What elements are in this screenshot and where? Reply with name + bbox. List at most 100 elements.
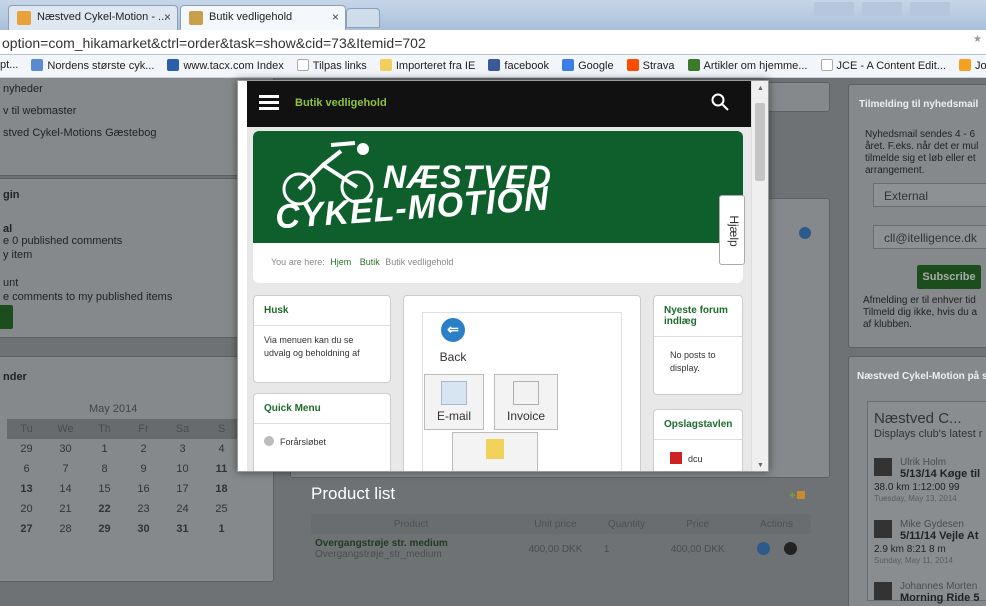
maximize-button[interactable] — [862, 2, 902, 16]
hamburger-menu-icon[interactable] — [259, 95, 279, 111]
help-tab[interactable]: Hjælp — [719, 195, 745, 265]
page-icon — [296, 59, 309, 71]
login-panel: gin al e 0 published comments y item unt… — [0, 178, 274, 338]
quick-menu-item[interactable]: Forårsløbet — [254, 424, 390, 457]
facebook-icon — [488, 59, 501, 71]
email-icon — [441, 381, 467, 405]
modal-title: Butik vedligehold — [295, 97, 387, 109]
edit-icon[interactable] — [756, 542, 770, 555]
bike-favicon-icon — [189, 11, 203, 25]
breadcrumb-current: Butik vedligehold — [385, 257, 454, 267]
product-name[interactable]: Overgangstrøje str. medium — [315, 538, 507, 549]
invoice-button[interactable]: Invoice — [494, 374, 558, 430]
edit-icon[interactable] — [799, 227, 811, 239]
col-quantity: Quantity — [599, 514, 654, 534]
email-field[interactable]: cll@itelligence.dk — [873, 225, 986, 249]
login-line[interactable]: y item — [3, 249, 32, 261]
breadcrumb: You are here: Hjem Butik Butik vedligeho… — [253, 243, 743, 283]
search-icon[interactable] — [711, 93, 729, 111]
bookmark-item[interactable]: Nordens største cyk... — [31, 59, 154, 72]
mobile-header: Butik vedligehold — [247, 81, 751, 127]
login-line: al — [3, 223, 13, 235]
back-arrow-icon: ⇐ — [441, 318, 465, 342]
minimize-button[interactable] — [814, 2, 854, 16]
address-bar[interactable]: option=com_hikamarket&ctrl=order&task=sh… — [0, 30, 986, 55]
product-code: Overgangstrøje_str_medium — [315, 549, 442, 560]
email-button[interactable]: E-mail — [424, 374, 484, 430]
unit-price: 400,00 DKK — [528, 544, 583, 555]
bookmark-item[interactable]: Artikler om hjemme... — [687, 59, 807, 72]
modal-window: Butik vedligehold NÆSTVED CYKEL-MOTION Y… — [237, 80, 769, 472]
modal-scrollbar[interactable]: ▲ ▼ — [751, 81, 768, 471]
joomla-icon — [959, 59, 972, 71]
close-window-button[interactable] — [910, 2, 950, 16]
bookmark-item[interactable]: Strava — [626, 59, 674, 72]
product-list-title: Product list — [311, 484, 396, 503]
bookmark-item[interactable]: Google — [562, 59, 614, 72]
avatar[interactable] — [874, 458, 892, 476]
newsletter-select[interactable]: External — [873, 183, 986, 207]
strava-widget: Næstved C... Displays club's latest r Ul… — [867, 401, 986, 604]
login-line[interactable]: e 0 published comments — [3, 235, 122, 247]
breadcrumb-shop[interactable]: Butik — [360, 257, 380, 267]
bookmark-item[interactable]: Joomla Hosti — [959, 59, 986, 72]
tab-close-icon[interactable]: × — [164, 10, 171, 24]
tab-naestved[interactable]: Næstved Cykel-Motion - ... × — [8, 5, 178, 30]
star-icon[interactable]: ★ — [973, 34, 982, 45]
strava-panel: Næstved Cykel-Motion på strava Næstved C… — [848, 356, 986, 606]
board-item[interactable]: dcu — [654, 440, 742, 471]
newsletter-title: Tilmelding til nyhedsmail — [859, 99, 979, 110]
menu-item[interactable]: nyheder — [3, 83, 43, 95]
login-title: gin — [3, 189, 20, 201]
add-product-icon[interactable]: + — [789, 490, 811, 502]
breadcrumb-home[interactable]: Hjem — [330, 257, 351, 267]
strava-club-name[interactable]: Næstved C... — [874, 410, 962, 427]
bookmark-item[interactable]: JCE - A Content Edit... — [820, 59, 946, 72]
scroll-up-icon: ▲ — [757, 85, 764, 92]
avatar[interactable] — [874, 520, 892, 538]
login-button[interactable] — [0, 305, 13, 329]
new-tab-button[interactable] — [346, 8, 380, 28]
login-line[interactable]: unt — [3, 277, 18, 289]
browser-tab-bar: Næstved Cykel-Motion - ... × Butik vedli… — [0, 0, 986, 30]
tab-label: Butik vedligehold — [209, 11, 293, 23]
tab-close-icon[interactable]: × — [332, 10, 339, 24]
calendar-title: nder — [3, 371, 27, 383]
calendar-panel: nder May 2014 Tu We Th Fr Sa S 29 30 1 2 3 4 67891… — [0, 356, 274, 582]
calendar-grid: Tu We Th Fr Sa S 29 30 1 2 3 4 6 7 8 9 10 11 13 14 15 16 17… — [7, 419, 241, 539]
strava-title: Næstved Cykel-Motion på strava — [857, 371, 986, 382]
calendar-month: May 2014 — [89, 403, 138, 415]
newsletter-panel: Tilmelding til nyhedsmail Nyhedsmail sen… — [848, 84, 986, 348]
product-list: Product list + Product Unit price Quanti… — [305, 484, 815, 604]
shipping-button[interactable] — [452, 432, 538, 471]
pdf-icon — [670, 452, 682, 464]
modal-content: NÆSTVED CYKEL-MOTION You are here: Hjem … — [247, 127, 751, 471]
col-actions: Actions — [742, 514, 811, 534]
folder-icon — [379, 59, 392, 71]
subscribe-button[interactable]: Subscribe — [917, 265, 981, 289]
back-button[interactable]: ⇐ Back — [428, 318, 478, 372]
scroll-thumb[interactable] — [755, 103, 765, 181]
forum-box: Nyeste forum indlæg No posts to display. — [653, 295, 743, 395]
menu-item[interactable]: stved Cykel-Motions Gæstebog — [3, 127, 156, 139]
google-icon — [562, 59, 575, 71]
bookmark-item[interactable]: pt... — [0, 59, 18, 71]
bookmark-item[interactable]: Tilpas links — [296, 59, 367, 72]
order-actions-box: ⇐ Back E-mail Invoice — [403, 295, 641, 471]
tab-butik[interactable]: Butik vedligehold × — [180, 5, 346, 30]
tacx-icon — [167, 59, 180, 71]
login-line[interactable]: e comments to my published items — [3, 291, 172, 303]
col-unit-price: Unit price — [511, 514, 600, 534]
product-table: Product Unit price Quantity Price Action… — [311, 514, 811, 564]
col-price: Price — [653, 514, 743, 534]
delete-icon[interactable] — [783, 542, 797, 555]
bookmark-item[interactable]: www.tacx.com Index — [167, 59, 284, 72]
board-box: Opslagstavlen dcu — [653, 409, 743, 471]
menu-item[interactable]: v til webmaster — [3, 105, 76, 117]
bookmark-item[interactable]: facebook — [488, 59, 549, 72]
avatar[interactable] — [874, 582, 892, 600]
window-controls — [806, 2, 976, 18]
site-banner: NÆSTVED CYKEL-MOTION — [253, 131, 743, 243]
bookmark-item[interactable]: Importeret fra IE — [379, 59, 475, 72]
page-icon — [820, 59, 833, 71]
